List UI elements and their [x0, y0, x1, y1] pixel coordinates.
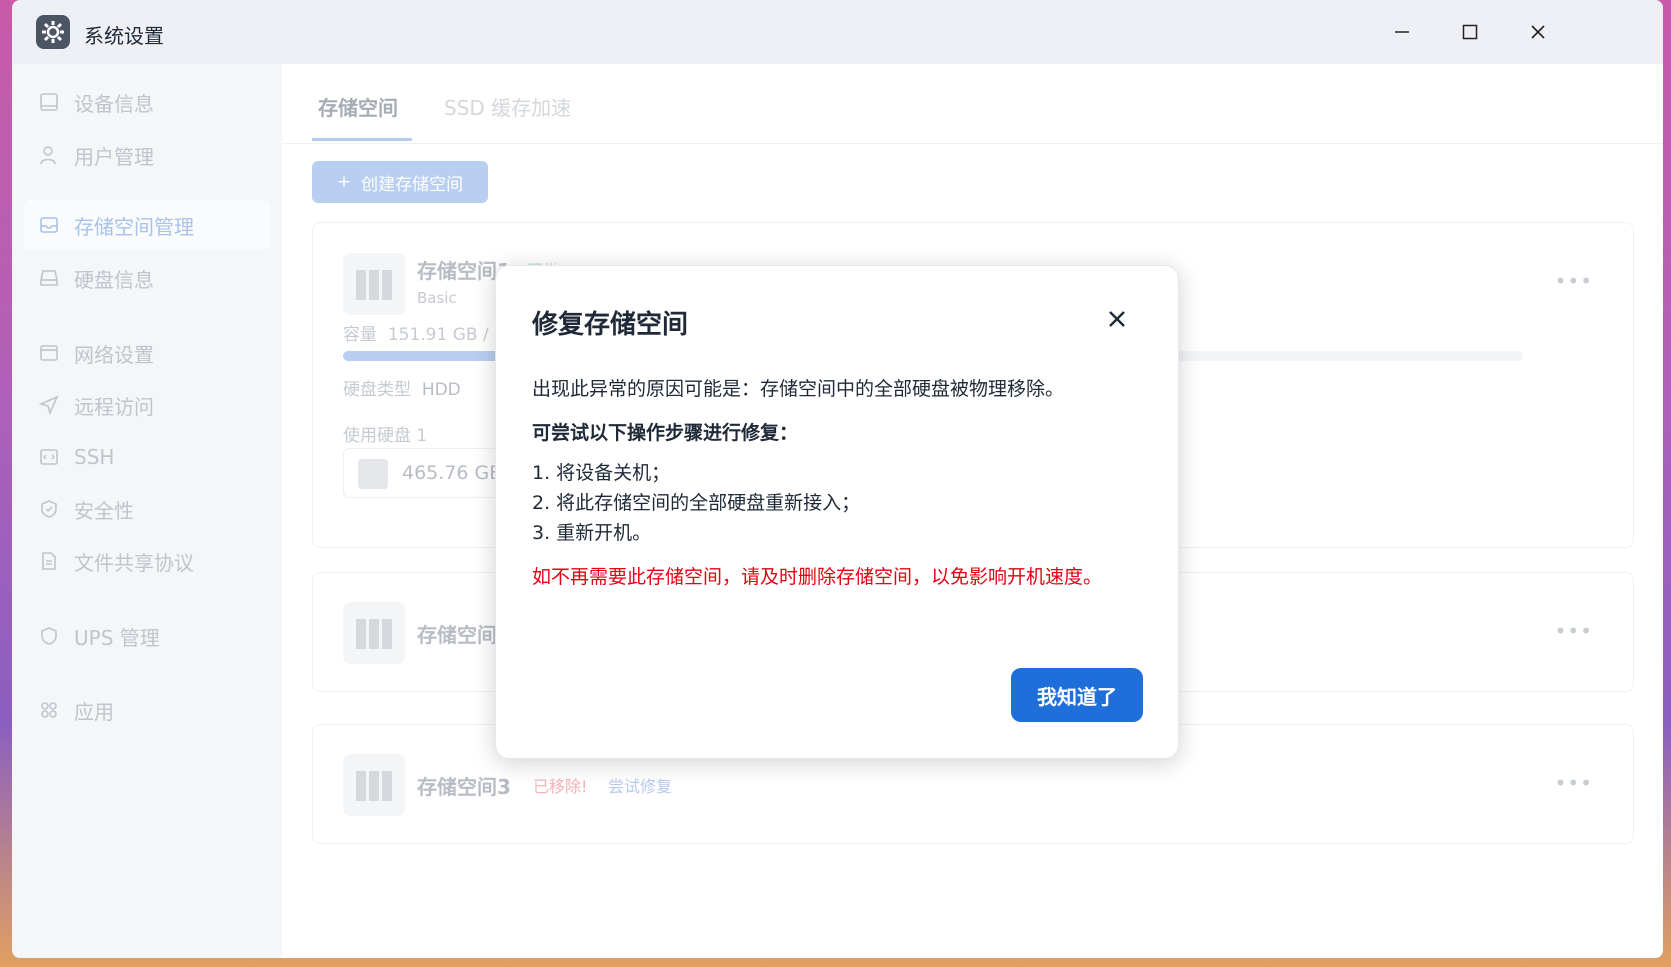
sidebar: 设备信息 用户管理 存储空间管理 硬盘信息 网络设置 远程访问 SSH 安全性 — [12, 64, 282, 958]
sidebar-item-label: 用户管理 — [74, 144, 154, 169]
try-repair-link[interactable]: 尝试修复 — [608, 773, 672, 797]
title-bar: 系统设置 — [12, 0, 1663, 64]
active-tab-indicator — [312, 138, 412, 141]
sidebar-item-remote-access[interactable]: 远程访问 — [24, 380, 270, 430]
hard-drive-icon — [38, 267, 60, 289]
shield-icon — [38, 625, 60, 647]
capacity-label: 容量 151.91 GB / 4 — [343, 325, 505, 345]
sidebar-item-label: SSH — [74, 445, 115, 469]
dialog-cause-text: 出现此异常的原因可能是：存储空间中的全部硬盘被物理移除。 — [532, 378, 1065, 400]
sidebar-item-label: 硬盘信息 — [74, 267, 154, 292]
tab-storage-space[interactable]: 存储空间 — [318, 92, 398, 121]
dialog-title: 修复存储空间 — [532, 310, 689, 340]
tab-ssd-cache[interactable]: SSD 缓存加速 — [444, 92, 571, 121]
disk-icon — [358, 459, 388, 489]
window-title: 系统设置 — [84, 24, 164, 48]
dialog-warning-text: 如不再需要此存储空间，请及时删除存储空间，以免影响开机速度。 — [532, 566, 1103, 588]
dialog-body: 出现此异常的原因可能是：存储空间中的全部硬盘被物理移除。 可尝试以下操作步骤进行… — [532, 374, 1144, 592]
dialog-step: 2. 将此存储空间的全部硬盘重新接入； — [532, 492, 861, 514]
sidebar-item-ups[interactable]: UPS 管理 — [24, 611, 270, 661]
dialog-step: 3. 重新开机。 — [532, 522, 652, 544]
server-icon — [343, 253, 405, 315]
sidebar-item-user-management[interactable]: 用户管理 — [24, 130, 270, 180]
dialog-steps-heading: 可尝试以下操作步骤进行修复： — [532, 422, 799, 444]
maximize-button[interactable] — [1456, 18, 1484, 46]
sidebar-item-file-sharing[interactable]: 文件共享协议 — [24, 536, 270, 586]
sidebar-item-apps[interactable]: 应用 — [24, 685, 270, 735]
network-icon — [38, 342, 60, 364]
minimize-button[interactable] — [1388, 18, 1416, 46]
server-icon — [343, 602, 405, 664]
used-disks-label: 使用硬盘 1 — [343, 426, 428, 446]
sidebar-item-ssh[interactable]: SSH — [24, 432, 270, 482]
sidebar-item-network[interactable]: 网络设置 — [24, 328, 270, 378]
sidebar-item-label: 远程访问 — [74, 394, 154, 419]
sidebar-item-label: 应用 — [74, 699, 114, 724]
monitor-icon — [38, 91, 60, 113]
sidebar-item-label: 文件共享协议 — [74, 550, 194, 575]
file-icon — [38, 550, 60, 572]
tab-bar: 存储空间 SSD 缓存加速 — [282, 64, 1663, 144]
sidebar-item-label: 网络设置 — [74, 342, 154, 367]
sidebar-item-label: 设备信息 — [74, 91, 154, 116]
status-badge-removed: 已移除! — [533, 777, 588, 796]
dialog-step: 1. 将设备关机； — [532, 462, 671, 484]
repair-storage-dialog: 修复存储空间 出现此异常的原因可能是：存储空间中的全部硬盘被物理移除。 可尝试以… — [495, 265, 1179, 759]
send-icon — [38, 394, 60, 416]
create-storage-button[interactable]: + 创建存储空间 — [312, 161, 488, 203]
code-icon — [38, 446, 60, 468]
server-icon — [343, 754, 405, 816]
more-options-icon[interactable]: ••• — [1555, 771, 1593, 795]
storage-type: Basic — [417, 289, 457, 307]
disk-type-label: 硬盘类型 HDD — [343, 380, 461, 400]
storage-name: 存储空间3 — [417, 775, 511, 799]
sidebar-item-security[interactable]: 安全性 — [24, 484, 270, 534]
apps-grid-icon — [38, 699, 60, 721]
shield-check-icon — [38, 498, 60, 520]
disk-size: 465.76 GB — [402, 462, 503, 484]
close-window-button[interactable] — [1524, 18, 1552, 46]
gear-icon — [36, 15, 70, 49]
confirm-button[interactable]: 我知道了 — [1011, 668, 1143, 722]
plus-icon: + — [336, 172, 352, 192]
more-options-icon[interactable]: ••• — [1555, 269, 1593, 293]
dialog-steps-list: 1. 将设备关机； 2. 将此存储空间的全部硬盘重新接入； 3. 重新开机。 — [532, 458, 1144, 548]
sidebar-item-device-info[interactable]: 设备信息 — [24, 77, 270, 127]
user-gear-icon — [38, 144, 60, 166]
more-options-icon[interactable]: ••• — [1555, 619, 1593, 643]
inbox-icon — [38, 214, 60, 236]
sidebar-item-storage-management[interactable]: 存储空间管理 — [24, 200, 270, 250]
sidebar-item-label: UPS 管理 — [74, 625, 160, 650]
sidebar-item-label: 安全性 — [74, 498, 134, 523]
sidebar-item-label: 存储空间管理 — [74, 214, 194, 239]
close-icon[interactable] — [1104, 306, 1130, 332]
sidebar-item-disk-info[interactable]: 硬盘信息 — [24, 253, 270, 303]
